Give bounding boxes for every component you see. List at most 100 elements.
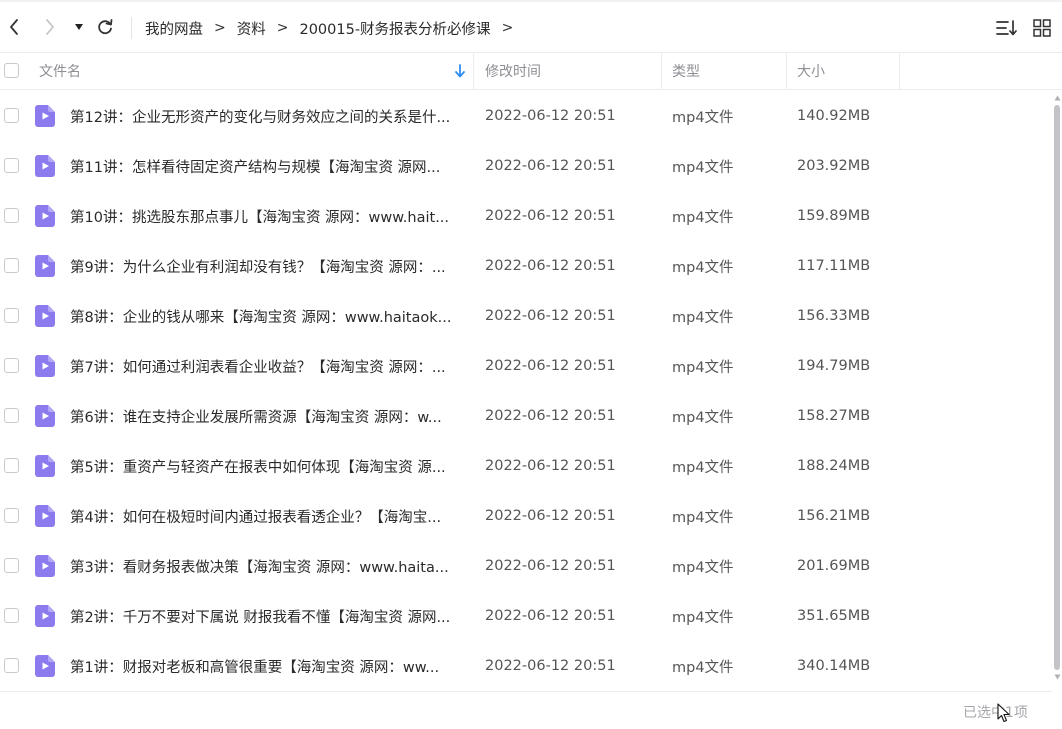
file-modified-date: 2022-06-12 20:51 [485,108,616,124]
file-size: 351.65MB [797,608,871,624]
file-modified-date: 2022-06-12 20:51 [485,158,616,174]
row-checkbox[interactable] [4,658,19,673]
row-checkbox[interactable] [4,258,19,273]
file-row[interactable]: 第2讲：千万不要对下属说 财报我看不懂【海淘宝资 源网... 2022-06-1… [0,591,1052,641]
file-row[interactable]: 第1讲：财报对老板和高管很重要【海淘宝资 源网：ww... 2022-06-12… [0,641,1052,691]
file-type: mp4文件 [672,209,734,226]
breadcrumb-separator: > [276,20,289,36]
file-modified-date: 2022-06-12 20:51 [485,458,616,474]
file-type: mp4文件 [672,359,734,376]
video-file-icon [35,555,55,577]
file-type: mp4文件 [672,459,734,476]
history-dropdown-button[interactable] [70,16,88,38]
file-size: 203.92MB [797,158,871,174]
video-file-icon [35,105,55,127]
toolbar: 我的网盘 > 资料 > 200015-财务报表分析必修课 > [0,0,1062,52]
file-type: mp4文件 [672,409,734,426]
back-button[interactable] [4,16,24,38]
sort-button[interactable] [995,16,1019,40]
column-divider[interactable] [661,53,662,89]
file-type: mp4文件 [672,159,734,176]
column-divider[interactable] [786,53,787,89]
breadcrumb-item-current[interactable]: 200015-财务报表分析必修课 [299,18,490,39]
scrollbar-thumb[interactable] [1054,105,1060,670]
row-checkbox[interactable] [4,408,19,423]
file-row[interactable]: 第10讲：挑选股东那点事儿【海淘宝资 源网：www.hait... 2022-0… [0,191,1052,241]
file-row[interactable]: 第8讲：企业的钱从哪来【海淘宝资 源网：www.haitaok... 2022-… [0,291,1052,341]
column-header-type[interactable]: 类型 [672,53,700,89]
forward-button[interactable] [40,16,60,38]
video-file-icon [35,455,55,477]
vertical-scrollbar[interactable] [1052,91,1062,688]
file-row[interactable]: 第5讲：重资产与轻资产在报表中如何体现【海淘宝资 源... 2022-06-12… [0,441,1052,491]
scroll-down-arrow-icon[interactable] [1054,674,1061,680]
file-row[interactable]: 第9讲：为什么企业有利润却没有钱？【海淘宝资 源网：... 2022-06-12… [0,241,1052,291]
file-name[interactable]: 第12讲：企业无形资产的变化与财务效应之间的关系是什... [70,91,465,141]
column-divider[interactable] [473,53,474,89]
file-type: mp4文件 [672,309,734,326]
file-modified-date: 2022-06-12 20:51 [485,558,616,574]
file-row[interactable]: 第6讲：谁在支持企业发展所需资源【海淘宝资 源网：w... 2022-06-12… [0,391,1052,441]
video-file-icon [35,355,55,377]
column-header-size[interactable]: 大小 [797,53,825,89]
file-name[interactable]: 第1讲：财报对老板和高管很重要【海淘宝资 源网：ww... [70,641,465,691]
file-name[interactable]: 第8讲：企业的钱从哪来【海淘宝资 源网：www.haitaok... [70,291,465,341]
row-checkbox[interactable] [4,308,19,323]
refresh-button[interactable] [95,16,115,38]
file-name[interactable]: 第7讲：如何通过利润表看企业收益？【海淘宝资 源网：... [70,341,465,391]
file-name[interactable]: 第5讲：重资产与轻资产在报表中如何体现【海淘宝资 源... [70,441,465,491]
file-size: 159.89MB [797,208,871,224]
file-row[interactable]: 第7讲：如何通过利润表看企业收益？【海淘宝资 源网：... 2022-06-12… [0,341,1052,391]
video-file-icon [35,655,55,677]
file-name[interactable]: 第11讲：怎样看待固定资产结构与规模【海淘宝资 源网... [70,141,465,191]
file-size: 117.11MB [797,258,871,274]
breadcrumb-separator: > [214,20,226,36]
file-modified-date: 2022-06-12 20:51 [485,258,616,274]
file-row[interactable]: 第12讲：企业无形资产的变化与财务效应之间的关系是什... 2022-06-12… [0,91,1052,141]
grid-view-button[interactable] [1030,16,1054,40]
column-header-name[interactable]: 文件名 [39,53,81,89]
chevron-left-icon [10,19,18,35]
file-name[interactable]: 第6讲：谁在支持企业发展所需资源【海淘宝资 源网：w... [70,391,465,441]
row-checkbox[interactable] [4,458,19,473]
caret-down-icon [75,24,83,30]
file-row[interactable]: 第11讲：怎样看待固定资产结构与规模【海淘宝资 源网... 2022-06-12… [0,141,1052,191]
file-type: mp4文件 [672,559,734,576]
scroll-up-arrow-icon[interactable] [1054,95,1061,101]
column-header-modified[interactable]: 修改时间 [485,53,541,89]
row-checkbox[interactable] [4,558,19,573]
select-all-checkbox[interactable] [4,63,19,78]
breadcrumb: 我的网盘 > 资料 > 200015-财务报表分析必修课 > [145,16,524,40]
file-name[interactable]: 第2讲：千万不要对下属说 财报我看不懂【海淘宝资 源网... [70,591,465,641]
row-checkbox[interactable] [4,358,19,373]
file-size: 194.79MB [797,358,871,374]
file-name[interactable]: 第9讲：为什么企业有利润却没有钱？【海淘宝资 源网：... [70,241,465,291]
row-checkbox[interactable] [4,158,19,173]
video-file-icon [35,505,55,527]
toolbar-divider [131,17,132,39]
footer-divider [0,691,1052,692]
sort-descending-icon[interactable] [454,53,466,89]
file-list-header: 文件名 修改时间 类型 大小 [0,52,1062,90]
file-modified-date: 2022-06-12 20:51 [485,508,616,524]
row-checkbox[interactable] [4,108,19,123]
file-modified-date: 2022-06-12 20:51 [485,608,616,624]
file-name[interactable]: 第3讲：看财务报表做决策【海淘宝资 源网：www.haita... [70,541,465,591]
mouse-cursor-icon [997,703,1010,723]
sort-list-icon [996,20,1017,36]
file-size: 201.69MB [797,558,871,574]
breadcrumb-item-root[interactable]: 我的网盘 [145,18,203,39]
file-row[interactable]: 第3讲：看财务报表做决策【海淘宝资 源网：www.haita... 2022-0… [0,541,1052,591]
column-divider[interactable] [899,53,900,89]
breadcrumb-item-folder[interactable]: 资料 [237,18,266,39]
file-name[interactable]: 第4讲：如何在极短时间内通过报表看透企业？【海淘宝... [70,491,465,541]
file-modified-date: 2022-06-12 20:51 [485,408,616,424]
row-checkbox[interactable] [4,608,19,623]
row-checkbox[interactable] [4,508,19,523]
file-name[interactable]: 第10讲：挑选股东那点事儿【海淘宝资 源网：www.hait... [70,191,465,241]
row-checkbox[interactable] [4,208,19,223]
file-size: 340.14MB [797,658,871,674]
file-row[interactable]: 第4讲：如何在极短时间内通过报表看透企业？【海淘宝... 2022-06-12 … [0,491,1052,541]
file-type: mp4文件 [672,259,734,276]
video-file-icon [35,255,55,277]
